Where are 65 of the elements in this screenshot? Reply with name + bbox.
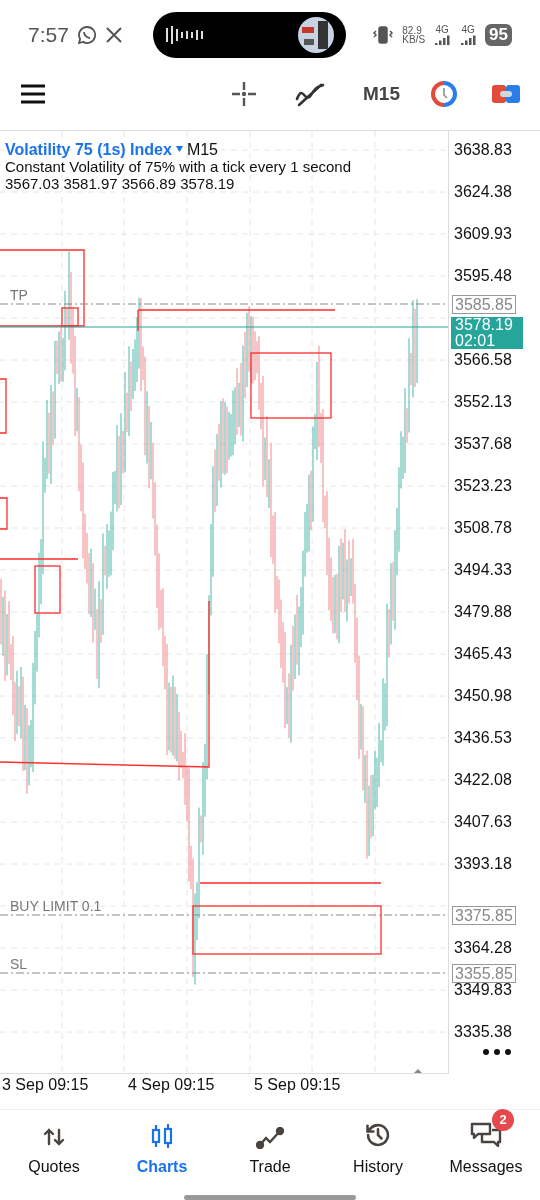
price-tick: 3436.53 <box>454 728 512 747</box>
current-price: 3578.19 <box>455 316 514 333</box>
nav-tab[interactable]: Charts <box>108 1110 216 1189</box>
order-price-tag: 3355.85 <box>452 963 516 983</box>
menu-icon <box>20 83 46 104</box>
price-tick: 3465.43 <box>454 644 512 663</box>
price-tick: 3479.88 <box>454 602 512 621</box>
waveform-icon <box>164 25 205 44</box>
price-tick: 3349.83 <box>454 980 512 999</box>
order-level-label: SL <box>10 954 28 974</box>
network-speed-unit: KB/S <box>402 34 426 44</box>
chat-bubble-icon <box>76 24 97 45</box>
price-tick: 3609.93 <box>454 224 512 243</box>
ohlc-values: 3567.03 3581.97 3566.89 3578.19 <box>5 174 236 192</box>
price-tick: 3523.23 <box>454 476 512 495</box>
price-tick: 3508.78 <box>454 518 512 537</box>
symbol-description: Constant Volatility of 75% with a tick every 1 second <box>5 157 351 175</box>
signal-icon <box>459 34 478 45</box>
date-label: 4 Sep 09:15 <box>127 1075 216 1096</box>
price-tick: 3624.38 <box>454 182 512 201</box>
timeframe-button[interactable]: M15 <box>355 79 408 109</box>
price-tick: 3552.13 <box>454 392 512 411</box>
date-label: 5 Sep 09:15 <box>253 1075 342 1096</box>
more-options-icon[interactable] <box>482 1047 512 1056</box>
price-tick: 3450.98 <box>454 686 512 705</box>
clock-time: 7:57 <box>28 22 69 49</box>
date-label: 3 Sep 09:15 <box>1 1075 90 1096</box>
network-type: 4G <box>435 24 449 35</box>
nav-tab[interactable]: 2 Messages <box>432 1110 540 1189</box>
nav-tab[interactable]: Trade <box>216 1110 324 1189</box>
price-tick: 3566.58 <box>454 350 512 369</box>
price-tick: 3335.38 <box>454 1022 512 1041</box>
dropdown-caret-icon[interactable] <box>175 146 183 153</box>
unread-badge: 2 <box>492 1109 514 1131</box>
price-tick: 3537.68 <box>454 434 512 453</box>
battery-level: 95 <box>485 23 512 46</box>
order-level-label: BUY LIMIT 0.1 <box>10 896 102 916</box>
order-price-tag: 3585.85 <box>452 294 516 314</box>
signal-icon <box>433 34 452 45</box>
price-tick: 3407.63 <box>454 812 512 831</box>
chat-bubbles-icon <box>470 1121 502 1149</box>
price-tick: 3364.28 <box>454 938 512 957</box>
network-speed: 82.9 <box>402 25 423 35</box>
price-tick: 3638.83 <box>454 140 512 159</box>
network-type: 4G <box>461 24 475 35</box>
vibrate-icon <box>372 25 395 44</box>
nav-tab[interactable]: History <box>324 1110 432 1189</box>
chart-timeframe: M15 <box>186 140 218 158</box>
price-tick: 3595.48 <box>454 266 512 285</box>
symbol-name[interactable]: Volatility 75 (1s) Index <box>5 140 172 158</box>
order-price-tag: 3375.85 <box>452 905 516 925</box>
history-icon <box>364 1121 392 1149</box>
order-level-label: TP <box>10 285 28 305</box>
trade-toggle-icon <box>492 82 520 105</box>
price-tick: 3494.33 <box>454 560 512 579</box>
candlestick-icon <box>150 1123 174 1149</box>
line-graph-icon <box>256 1127 284 1149</box>
bar-countdown: 02:01 <box>455 332 497 349</box>
crosshair-icon <box>231 80 258 107</box>
clock-icon <box>430 79 458 108</box>
x-logo-icon <box>104 25 123 44</box>
nav-tab[interactable]: Quotes <box>0 1110 108 1189</box>
price-tick: 3393.18 <box>454 854 512 873</box>
price-tick: 3422.08 <box>454 770 512 789</box>
price-chart[interactable]: Volatility 75 (1s) Index M15 Constant Volatility of 75% with a tick every 1 second 3567.03 3581.97 3566.89 3578.19 TP BUY LIMIT 0.1 SL <box>0 130 449 1074</box>
